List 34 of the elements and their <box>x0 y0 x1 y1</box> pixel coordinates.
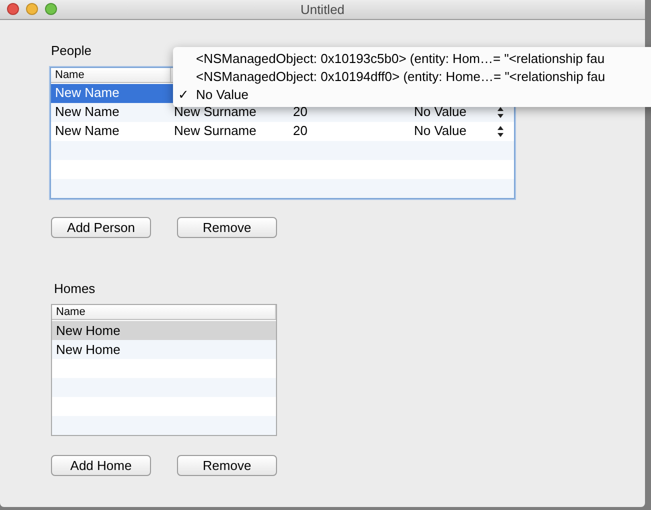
push-button[interactable]: Remove <box>177 216 277 238</box>
menu-item-label: No Value <box>196 86 249 104</box>
table-cell-text: 20 <box>293 122 308 140</box>
menu-item-label: <NSManagedObject: 0x10193c5b0> (entity: Hom…= "<relationship fau <box>196 50 605 68</box>
column-header[interactable]: Name <box>51 68 171 82</box>
table-cell-text: No Value <box>414 103 467 122</box>
push-button[interactable]: Remove <box>177 455 277 476</box>
stepper-icon[interactable] <box>497 106 504 118</box>
section-label: People <box>50 42 92 60</box>
table-cell-text: New Surname <box>174 122 256 140</box>
menu-item[interactable]: <NSManagedObject: 0x10193c5b0> (entity: Hom…= "<relationship fau <box>173 50 651 68</box>
table-cell-text: New Name <box>55 122 120 140</box>
stepper-icon[interactable] <box>497 124 504 138</box>
table-row[interactable]: New Home <box>52 321 276 340</box>
menu-item-label: <NSManagedObject: 0x10194dff0> (entity: Home…= "<relationship fau <box>196 68 606 86</box>
table-cell-text: New Name <box>55 103 120 122</box>
table-row[interactable]: New Home <box>52 340 276 359</box>
table-cell-text: 20 <box>293 103 308 122</box>
section-label: Homes <box>53 280 96 298</box>
minimize-button[interactable] <box>26 3 38 15</box>
table-cell-text: New Name <box>55 84 120 102</box>
close-button[interactable] <box>7 3 19 15</box>
checkmark: ✓ <box>178 87 189 102</box>
menu-item[interactable]: <NSManagedObject: 0x10194dff0> (entity: Home…= "<relationship fau <box>173 68 651 86</box>
column-header[interactable]: Name <box>52 305 276 319</box>
table-cell-text: No Value <box>414 122 467 140</box>
table-cell-text: New Home <box>56 322 120 340</box>
table-cell-text: New Surname <box>174 103 256 122</box>
push-button[interactable]: Add Person <box>51 216 151 238</box>
push-button[interactable]: Add Home <box>51 455 151 476</box>
zoom-button[interactable] <box>45 3 57 15</box>
table-cell-text: New Home <box>56 340 120 359</box>
menu-item[interactable]: ✓ No Value <box>173 86 651 104</box>
window-title: Untitled <box>300 0 345 19</box>
